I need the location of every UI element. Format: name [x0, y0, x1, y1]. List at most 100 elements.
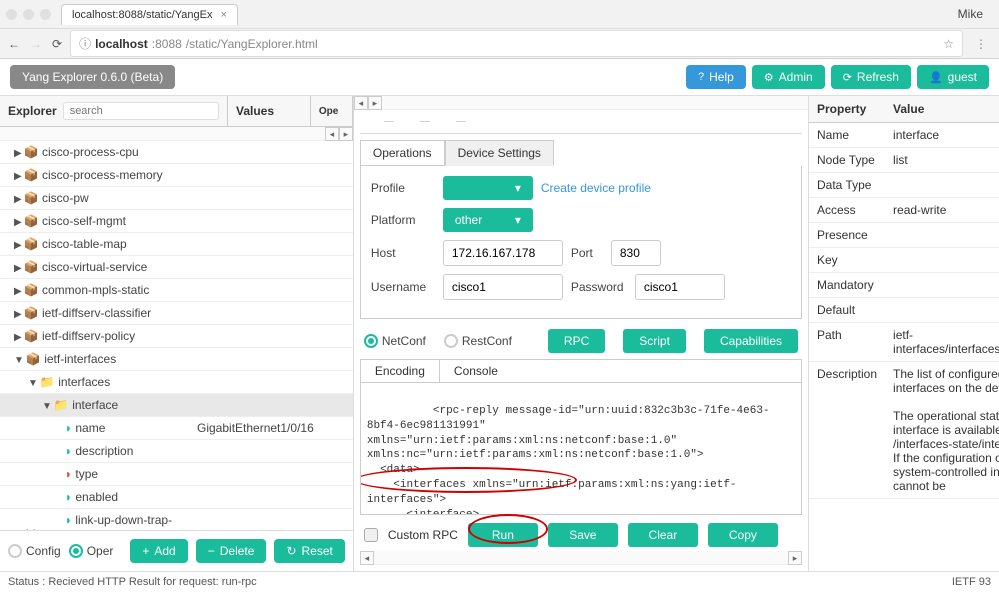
property-row: Nameinterface — [809, 123, 999, 148]
plus-icon: + — [142, 544, 149, 558]
password-input[interactable] — [635, 274, 725, 300]
ops-header: Ope — [311, 96, 353, 126]
tree-row[interactable]: ◗ description — [0, 440, 353, 463]
admin-icon: ⚙ — [764, 71, 774, 84]
tree-row[interactable]: ▶📦 cisco-process-memory — [0, 164, 353, 187]
reload-icon[interactable]: ⟳ — [52, 37, 62, 51]
custom-rpc-checkbox[interactable] — [364, 528, 378, 542]
refresh-button[interactable]: ⟳Refresh — [831, 65, 911, 89]
tab-device-settings[interactable]: Device Settings — [445, 140, 554, 166]
scroll-left-icon[interactable]: ◂ — [325, 127, 339, 141]
url-path: /static/YangExplorer.html — [186, 37, 318, 51]
scroll-left-icon[interactable]: ◂ — [354, 96, 368, 110]
close-icon[interactable]: × — [220, 9, 226, 21]
tree-row[interactable]: ▶📦 cisco-process-cpu — [0, 141, 353, 164]
reset-button[interactable]: ↻ Reset — [274, 539, 344, 563]
netconf-radio[interactable]: NetConf — [364, 334, 426, 348]
tree-body[interactable]: ▶📦 cisco-process-cpu▶📦 cisco-process-mem… — [0, 141, 353, 530]
clear-button[interactable]: Clear — [628, 523, 698, 547]
profile-label: Profile — [371, 181, 435, 195]
tree-row[interactable]: ◗ enabled — [0, 486, 353, 509]
guest-button[interactable]: 👤guest — [917, 65, 989, 89]
tree-row[interactable]: ▶📦 ietf-diffserv-classifier — [0, 302, 353, 325]
url-host: localhost — [95, 37, 148, 51]
capabilities-button[interactable]: Capabilities — [704, 329, 798, 353]
tab-console[interactable]: Console — [440, 360, 512, 382]
property-row: Key — [809, 248, 999, 273]
scroll-left-icon[interactable]: ◂ — [360, 551, 374, 565]
port-input[interactable] — [611, 240, 661, 266]
scroll-right-icon[interactable]: ▸ — [339, 127, 353, 141]
details-panel: ◂▸ ——— Operations Device Settings Profil… — [354, 96, 809, 571]
minus-icon: − — [208, 544, 215, 558]
brand-badge: Yang Explorer 0.6.0 (Beta) — [10, 65, 175, 89]
profile-dropdown[interactable]: ▾ — [443, 176, 533, 200]
username-input[interactable] — [443, 274, 563, 300]
property-row: Presence — [809, 223, 999, 248]
create-profile-link[interactable]: Create device profile — [541, 181, 651, 195]
bookmark-icon[interactable]: ☆ — [943, 37, 954, 51]
host-label: Host — [371, 246, 435, 260]
tree-row[interactable]: ▶📦 cisco-pw — [0, 187, 353, 210]
forward-icon[interactable]: → — [30, 37, 42, 51]
search-input[interactable] — [63, 102, 219, 120]
tree-row[interactable]: ▶📦 cisco-self-mgmt — [0, 210, 353, 233]
scroll-right-icon[interactable]: ▸ — [368, 96, 382, 110]
save-button[interactable]: Save — [548, 523, 618, 547]
property-panel: Property Value NameinterfaceNode Typelis… — [809, 96, 999, 571]
tab-encoding[interactable]: Encoding — [361, 360, 440, 382]
tree-row[interactable]: ▶📦 cisco-virtual-service — [0, 256, 353, 279]
delete-button[interactable]: − Delete — [196, 539, 267, 563]
script-button[interactable]: Script — [623, 329, 686, 353]
platform-label: Platform — [371, 213, 435, 227]
property-row: Node Typelist — [809, 148, 999, 173]
address-bar[interactable]: ⓘ localhost :8088/static/YangExplorer.htm… — [70, 30, 963, 57]
tree-row[interactable]: ◗ link-up-down-trap-enable — [0, 509, 353, 531]
user-icon: 👤 — [929, 71, 943, 84]
property-header: Property — [809, 96, 885, 123]
url-port: :8088 — [152, 37, 182, 51]
tree-row[interactable]: ▼📦 ietf-interfaces — [0, 348, 353, 371]
scroll-right-icon[interactable]: ▸ — [788, 551, 802, 565]
status-right: IETF 93 — [952, 576, 991, 588]
tree-row[interactable]: ▶📦 cisco-table-map — [0, 233, 353, 256]
admin-button[interactable]: ⚙Admin — [752, 65, 825, 89]
restconf-radio[interactable]: RestConf — [444, 334, 512, 348]
rpc-button[interactable]: RPC — [548, 329, 605, 353]
run-button[interactable]: Run — [468, 523, 538, 547]
reset-icon: ↻ — [286, 544, 296, 558]
add-button[interactable]: + Add — [130, 539, 187, 563]
info-icon[interactable]: ⓘ — [79, 35, 91, 52]
refresh-icon: ⟳ — [843, 71, 852, 84]
port-label: Port — [571, 246, 603, 260]
back-icon[interactable]: ← — [8, 37, 20, 51]
status-text: Status : Recieved HTTP Result for reques… — [8, 576, 257, 588]
tree-row[interactable]: ▼📁 interfaces — [0, 371, 353, 394]
explorer-panel: Explorer Values Ope ◂▸ ▶📦 cisco-process-… — [0, 96, 354, 571]
platform-dropdown[interactable]: other▾ — [443, 208, 533, 232]
tree-row[interactable]: ▶📦 common-mpls-static — [0, 279, 353, 302]
menu-icon[interactable]: ⋮ — [971, 37, 991, 51]
chevron-down-icon: ▾ — [515, 213, 521, 227]
window-controls[interactable] — [6, 9, 51, 20]
property-row: Default — [809, 298, 999, 323]
config-radio[interactable]: Config — [8, 544, 61, 558]
help-icon: ? — [698, 71, 704, 83]
value-header: Value — [885, 96, 999, 123]
browser-tab[interactable]: localhost:8088/static/YangEx × — [61, 4, 238, 25]
help-button[interactable]: ?Help — [686, 65, 746, 89]
property-row: Accessread-write — [809, 198, 999, 223]
username-label: Username — [371, 280, 435, 294]
host-input[interactable] — [443, 240, 563, 266]
oper-radio[interactable]: Oper — [69, 544, 114, 558]
tree-row[interactable]: ◗ type — [0, 463, 353, 486]
tree-row[interactable]: ◗ nameGigabitEthernet1/0/16 — [0, 417, 353, 440]
property-row: Mandatory — [809, 273, 999, 298]
tree-row[interactable]: ▼📁 interface — [0, 394, 353, 417]
tree-row[interactable]: ▶📦 ietf-diffserv-policy — [0, 325, 353, 348]
password-label: Password — [571, 280, 627, 294]
copy-button[interactable]: Copy — [708, 523, 778, 547]
property-row: DescriptionThe list of configured interf… — [809, 362, 999, 499]
tab-operations[interactable]: Operations — [360, 140, 445, 166]
console-output[interactable]: <rpc-reply message-id="urn:uuid:832c3b3c… — [360, 383, 802, 515]
